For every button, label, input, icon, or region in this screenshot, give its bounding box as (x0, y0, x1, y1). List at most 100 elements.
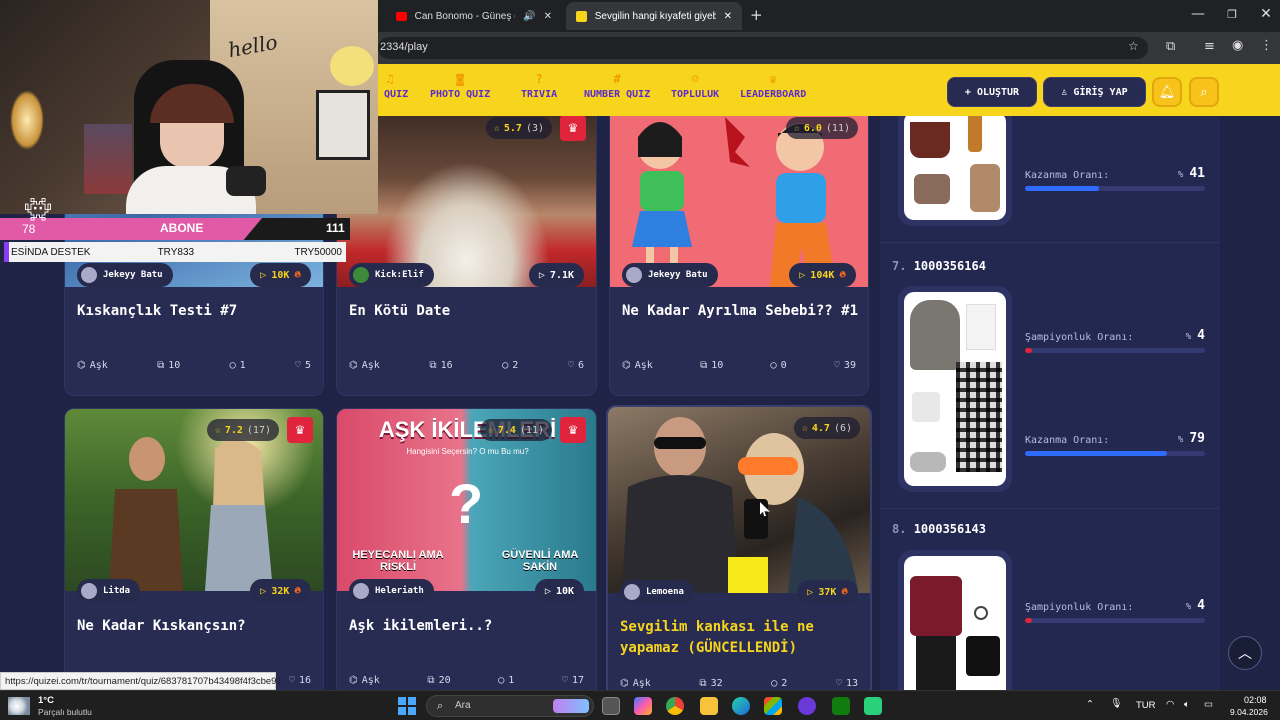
author-chip[interactable]: Kick:Elif (349, 263, 434, 287)
nav-leaderboard[interactable]: ♛ LEADERBOARD (740, 72, 806, 100)
file-explorer-icon[interactable] (700, 697, 718, 715)
outfit-thumbnail[interactable] (898, 550, 1012, 690)
language-indicator[interactable]: TUR (1136, 700, 1156, 711)
window-close-icon[interactable]: ✕ (1256, 6, 1276, 22)
comment-count[interactable]: ◯ 0 (771, 360, 787, 371)
percent-sign: % (1185, 602, 1192, 612)
cat-painting (316, 90, 370, 160)
clock-date[interactable]: 9.04.2026 (1230, 707, 1268, 717)
tab-youtube[interactable]: Can Bonomo - Güneş (Offic 🔊 ✕ (386, 2, 562, 30)
play-icon: ▷ (799, 269, 806, 281)
wifi-icon[interactable]: ◠ (1166, 699, 1174, 710)
comment-count[interactable]: ◯ 2 (502, 360, 518, 371)
xbox-icon[interactable] (832, 697, 850, 715)
copilot-icon[interactable] (634, 697, 652, 715)
battery-icon[interactable]: ▭ (1204, 699, 1213, 710)
quiz-thumbnail[interactable] (610, 116, 868, 287)
app-green-icon[interactable] (864, 697, 882, 715)
menu-icon[interactable]: ⋮ (1260, 38, 1273, 53)
weather-temp[interactable]: 1°C (38, 695, 54, 706)
store-icon[interactable] (764, 697, 782, 715)
media-icon[interactable]: ≡ (1204, 39, 1215, 54)
category[interactable]: ⌬ Aşk (620, 678, 651, 689)
quiz-title[interactable]: Ne Kadar Kıskançsın? (77, 616, 246, 637)
nav-number-quiz[interactable]: # NUMBER QUIZ (584, 72, 650, 100)
author-chip[interactable]: Jekeyy Batu (622, 263, 718, 287)
nav-photo-quiz[interactable]: ◙ PHOTO QUIZ (430, 72, 490, 100)
user-id[interactable]: 1000356143 (914, 522, 986, 536)
notifications-bell-icon[interactable]: 🔔︎ (1152, 77, 1182, 107)
outfit-thumbnail[interactable] (898, 286, 1012, 492)
app-purple-icon[interactable] (798, 697, 816, 715)
url-field[interactable]: 2334/play ☆ (378, 37, 1148, 59)
comment-count[interactable]: ◯ 1 (498, 675, 514, 686)
microphone-icon[interactable]: 🎙︎ (1110, 698, 1122, 709)
category[interactable]: ⌬ Aşk (349, 360, 380, 371)
heart-icon: ♡ (294, 360, 301, 371)
login-button[interactable]: ♙ GİRİŞ YAP (1043, 77, 1146, 107)
author-chip[interactable]: Litda (77, 579, 141, 603)
scroll-to-top-button[interactable]: ︿ (1228, 636, 1262, 670)
stat-label: Kazanma Oranı: (1025, 170, 1110, 181)
close-icon[interactable]: ✕ (544, 11, 552, 22)
like-count[interactable]: ♡ 16 (289, 675, 311, 686)
extensions-icon[interactable]: ⧉ (1166, 39, 1175, 54)
user-icon: ♙ (1061, 86, 1068, 98)
like-count[interactable]: ♡ 17 (562, 675, 584, 686)
crown-icon[interactable]: ♛ (287, 417, 313, 443)
like-count[interactable]: ♡ 13 (836, 678, 858, 689)
volume-icon[interactable]: 🔈︎ (1184, 699, 1190, 710)
quiz-card[interactable]: ☆ 6.0 (11) Jekeyy Batu ▷ 104K 🔥︎ Ne Kadar Ay… (609, 116, 869, 396)
new-tab-button[interactable]: + (750, 6, 763, 24)
author-chip[interactable]: Jekeyy Batu (77, 263, 173, 287)
quiz-card[interactable]: AŞK İKİLEMLERİ Hangisini Seçersin? O mu … (336, 408, 597, 690)
edge-icon[interactable] (732, 697, 750, 715)
close-icon[interactable]: ✕ (724, 11, 732, 22)
author-chip[interactable]: Heleriath (349, 579, 434, 603)
like-count[interactable]: ♡ 5 (295, 360, 311, 371)
windows-start-icon[interactable] (398, 697, 416, 715)
minimize-icon[interactable]: — (1188, 6, 1208, 22)
comment-icon: ◯ (502, 360, 509, 371)
nav-label: TOPLULUK (671, 89, 720, 100)
author-chip[interactable]: Lemoena (620, 580, 694, 604)
quiz-title[interactable]: En Kötü Date (349, 301, 450, 322)
taskbar-search[interactable]: ⌕ Ara (426, 695, 594, 717)
nav-topluluk[interactable]: ☺ TOPLULUK (671, 72, 719, 100)
thumbnail-subtitle: Hangisini Seçersin? O mu Bu mu? (406, 447, 529, 456)
create-button[interactable]: + OLUŞTUR (947, 77, 1037, 107)
maximize-icon[interactable]: ❐ (1222, 8, 1242, 21)
chevron-up-icon[interactable]: ⌃ (1086, 699, 1094, 710)
nav-trivia[interactable]: ? TRIVIA (521, 72, 557, 100)
tab-title: Sevgilin hangi kıyafeti giyebilir (594, 10, 716, 22)
search-icon[interactable]: ⌕ (1189, 77, 1219, 107)
quiz-title[interactable]: Sevgilim kankası ile ne yapamaz (GÜNCELL… (620, 617, 860, 659)
category[interactable]: ⌬ Aşk (77, 360, 108, 371)
quiz-thumbnail[interactable] (65, 409, 323, 591)
quiz-title[interactable]: Ne Kadar Ayrılma Sebebi?? #1 (622, 301, 858, 322)
like-count[interactable]: ♡ 39 (834, 360, 856, 371)
weather-cloud-icon[interactable] (8, 697, 30, 715)
crown-icon[interactable]: ♛ (560, 417, 586, 443)
user-id[interactable]: 1000356164 (914, 259, 986, 273)
category[interactable]: ⌬ Aşk (622, 360, 653, 371)
like-count[interactable]: ♡ 6 (568, 360, 584, 371)
bookmark-star-icon[interactable]: ☆ (1128, 39, 1139, 53)
chrome-icon[interactable] (666, 697, 684, 715)
quiz-card-hovered[interactable]: ☆ 4.7 (6) Lemoena ▷ 37K 🔥︎ Sevgilim kankası … (606, 405, 872, 690)
crown-icon[interactable]: ♛ (560, 116, 586, 141)
quiz-thumbnail[interactable]: AŞK İKİLEMLERİ Hangisini Seçersin? O mu … (337, 409, 596, 591)
quiz-title[interactable]: Aşk ikilemleri..? (349, 616, 492, 637)
profile-icon[interactable]: ◉ (1232, 38, 1243, 53)
clock-time[interactable]: 02:08 (1244, 695, 1267, 705)
images-icon: ⧉ (700, 360, 708, 371)
play-count-value: 10K (555, 585, 574, 597)
comment-count[interactable]: ◯ 2 (771, 678, 787, 689)
quiz-title[interactable]: Kıskançlık Testi #7 (77, 301, 237, 322)
tab-quizei[interactable]: Sevgilin hangi kıyafeti giyebilir ✕ (566, 2, 742, 30)
task-view-icon[interactable] (602, 697, 620, 715)
category[interactable]: ⌬ Aşk (349, 675, 380, 686)
outfit-thumbnail[interactable] (898, 116, 1012, 226)
quiz-card[interactable]: ☆ 7.2 (17) ♛ Litda ▷ 32K 🔥︎ Ne Kadar Kıskanç… (64, 408, 324, 690)
comment-count[interactable]: ◯ 1 (230, 360, 246, 371)
